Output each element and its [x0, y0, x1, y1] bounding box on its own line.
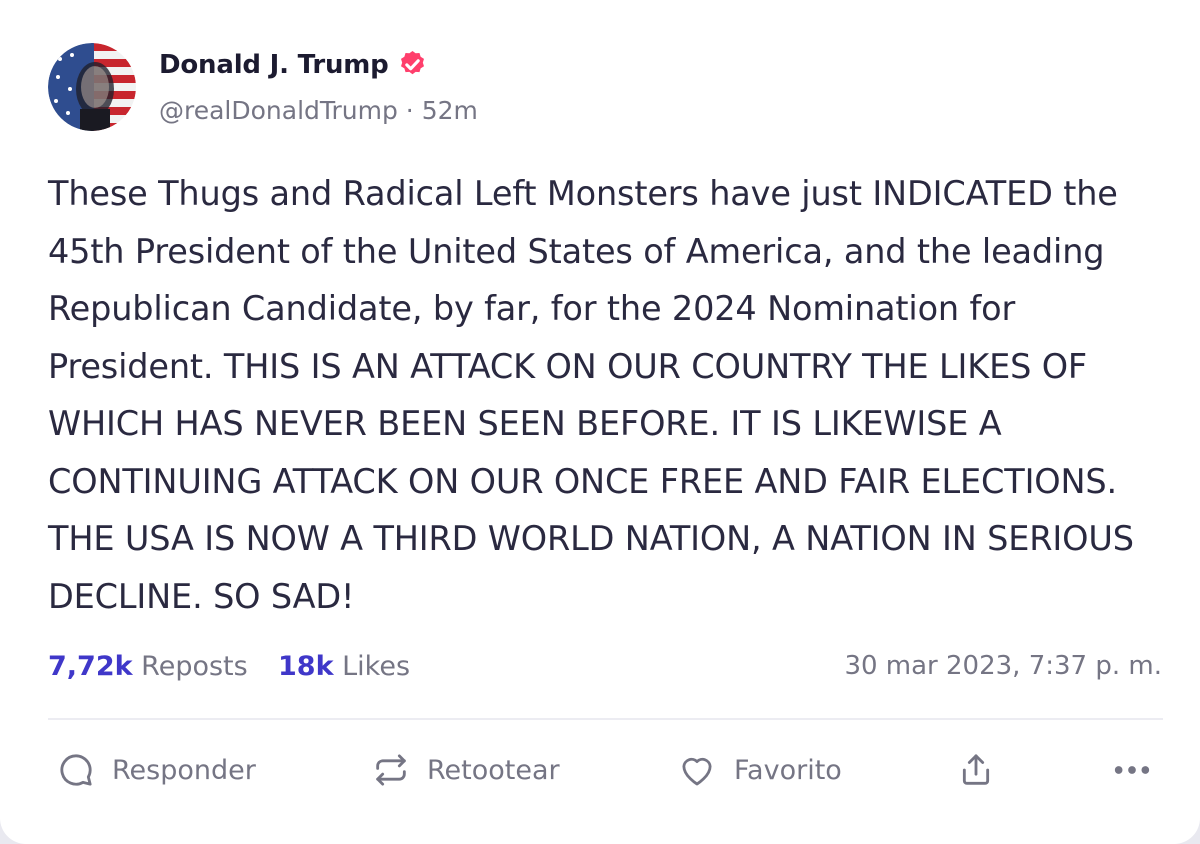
share-icon — [956, 750, 996, 790]
author-handle-row: @realDonaldTrump · 52m — [159, 96, 478, 125]
repost-icon — [371, 750, 411, 790]
reply-icon — [56, 750, 96, 790]
likes-label: Likes — [342, 651, 411, 682]
heart-icon — [676, 749, 718, 791]
handle-separator: · — [405, 96, 422, 125]
share-button[interactable] — [956, 743, 996, 797]
author-handle[interactable]: @realDonaldTrump — [159, 96, 398, 125]
favorite-button[interactable]: Favorito — [676, 743, 842, 797]
post-card: Donald J. Trump @realDonaldTrump · 52m T… — [0, 0, 1200, 844]
more-options-button[interactable] — [1110, 743, 1154, 797]
favorite-label: Favorito — [734, 754, 842, 786]
reply-label: Responder — [112, 754, 256, 786]
author-name-row: Donald J. Trump — [159, 49, 428, 80]
repost-label: Retootear — [427, 754, 560, 786]
post-actions-bar: Responder Retootear Favorito — [56, 743, 1166, 797]
verified-badge-icon — [397, 49, 428, 80]
post-time-ago[interactable]: 52m — [422, 96, 478, 125]
divider — [48, 718, 1163, 720]
likes-count: 18k — [278, 651, 334, 682]
post-timestamp[interactable]: 30 mar 2023, 7:37 p. m. — [844, 651, 1162, 681]
repost-button[interactable]: Retootear — [371, 743, 560, 797]
reposts-count: 7,72k — [48, 651, 133, 682]
post-body-text: These Thugs and Radical Left Monsters ha… — [48, 174, 1134, 616]
reposts-stat[interactable]: 7,72k Reposts — [48, 651, 248, 682]
author-display-name[interactable]: Donald J. Trump — [159, 50, 389, 80]
avatar[interactable] — [48, 43, 136, 131]
more-icon — [1110, 750, 1154, 790]
post-stats: 7,72k Reposts 18k Likes 30 mar 2023, 7:3… — [48, 651, 1162, 691]
reposts-label: Reposts — [141, 651, 248, 682]
likes-stat[interactable]: 18k Likes — [278, 651, 410, 682]
reply-button[interactable]: Responder — [56, 743, 256, 797]
